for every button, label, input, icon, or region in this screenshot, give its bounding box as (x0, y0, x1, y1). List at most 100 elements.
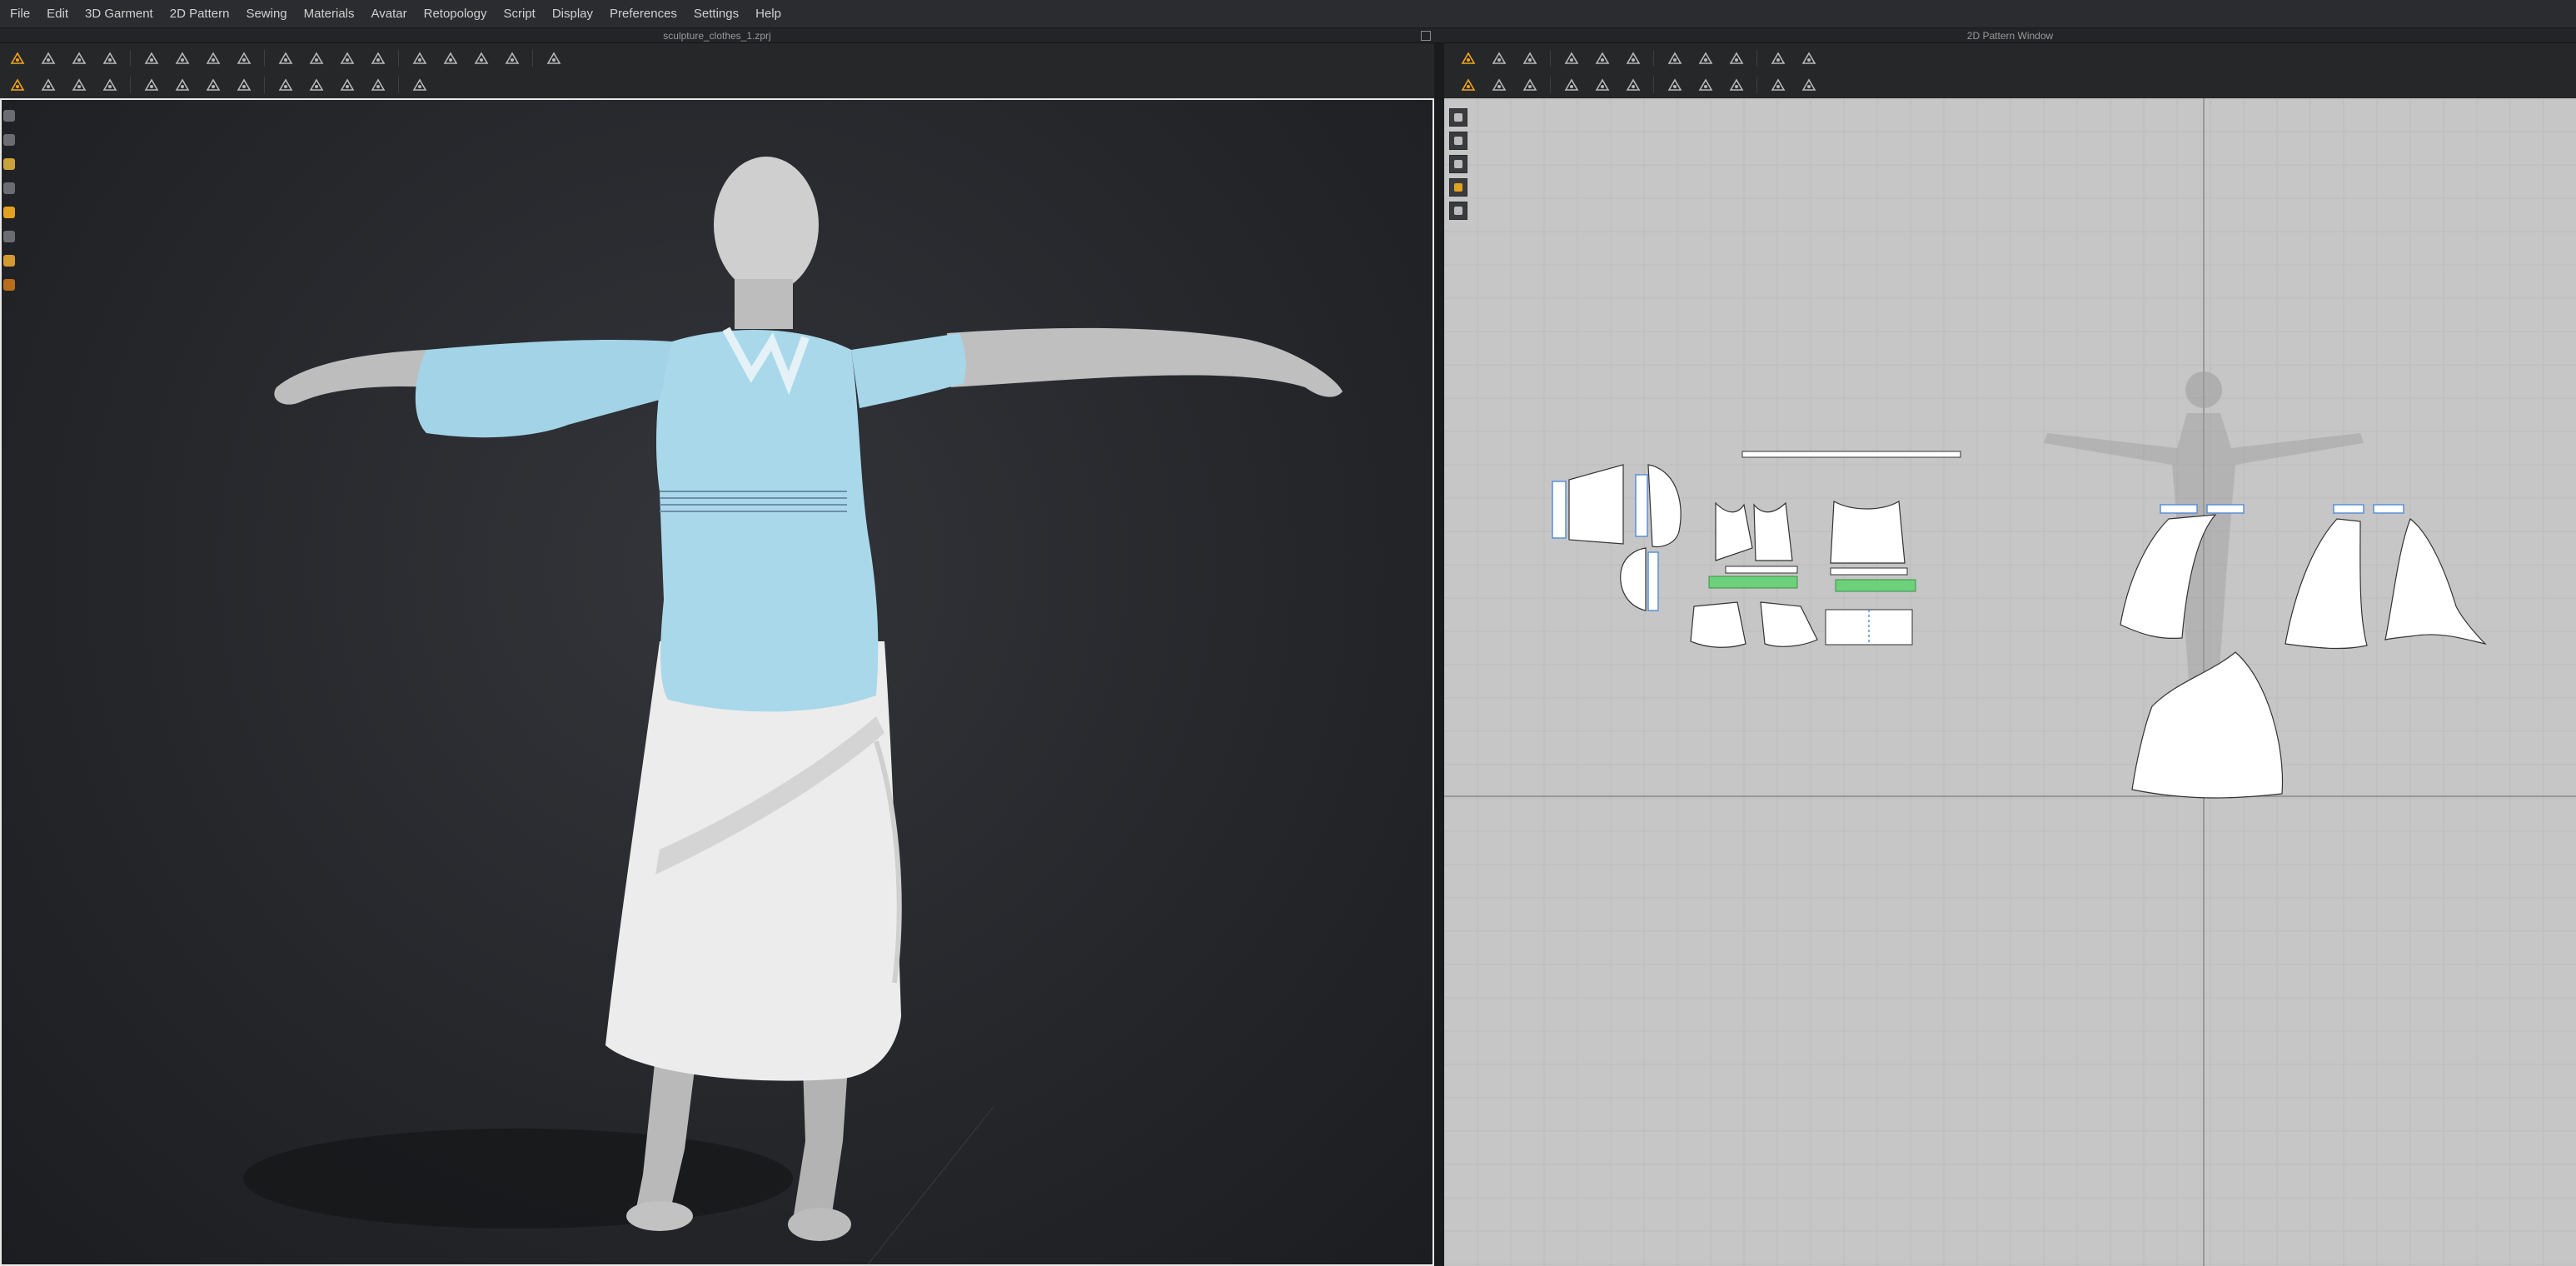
pattern-icon[interactable] (201, 74, 226, 96)
align-icon[interactable] (407, 74, 432, 96)
fold-arrange-icon[interactable] (273, 74, 298, 96)
display-pins-icon[interactable] (3, 182, 15, 194)
notch-icon[interactable] (1559, 74, 1584, 96)
edit-point-icon[interactable] (1487, 47, 1512, 69)
arrange-icon[interactable] (139, 47, 164, 69)
glue-icon[interactable] (1724, 74, 1749, 96)
menu-materials[interactable]: Materials (297, 0, 365, 28)
avatar-scene[interactable] (2, 100, 1432, 1264)
flat-icon[interactable] (366, 74, 391, 96)
pleat-2d-icon[interactable] (1621, 74, 1646, 96)
edit-icon[interactable] (5, 74, 30, 96)
display-texture-icon[interactable] (3, 207, 15, 218)
fold-2d-icon[interactable] (1590, 74, 1615, 96)
grid-2d-icon[interactable] (1796, 47, 1821, 69)
menu-display[interactable]: Display (546, 0, 603, 28)
edit-curve-icon[interactable] (1456, 74, 1481, 96)
toolbar-separator (1756, 77, 1757, 93)
display-avatar-icon[interactable] (3, 110, 15, 122)
transform-pattern-icon[interactable] (1456, 47, 1481, 69)
transform-icon[interactable] (36, 47, 61, 69)
rectangle-icon[interactable] (1559, 47, 1584, 69)
zipper-icon[interactable] (232, 47, 257, 69)
toolbar-separator (264, 50, 265, 67)
undock-icon[interactable] (1421, 31, 1431, 41)
segment-sewing-icon[interactable] (1724, 47, 1749, 69)
trace-2d-icon[interactable] (1590, 47, 1615, 69)
pattern-skirt-back-left (2131, 651, 2284, 799)
fitting-icon[interactable] (335, 47, 360, 69)
menu-3d-garment[interactable]: 3D Garment (78, 0, 163, 28)
pattern-fit-icon[interactable] (1449, 202, 1467, 220)
button-icon[interactable] (273, 47, 298, 69)
pattern-zoom-icon[interactable] (1449, 155, 1467, 173)
tack-icon[interactable] (201, 47, 226, 69)
trace-icon[interactable] (170, 74, 195, 96)
menu-script[interactable]: Script (497, 0, 546, 28)
toolbar-3d (0, 43, 1434, 98)
menu-preferences[interactable]: Preferences (603, 0, 687, 28)
strengthen-icon[interactable] (67, 74, 92, 96)
solidify-icon[interactable] (97, 74, 122, 96)
viewport-3d[interactable] (0, 98, 1434, 1266)
menu-help[interactable]: Help (749, 0, 791, 28)
grid-alt-icon[interactable] (541, 47, 566, 69)
dart-icon[interactable] (1517, 74, 1542, 96)
display-garment-icon[interactable] (3, 134, 15, 146)
pin-icon[interactable] (170, 47, 195, 69)
elastic-icon[interactable] (304, 74, 329, 96)
pattern-back-bodice (1830, 501, 1906, 564)
menu-2d-pattern[interactable]: 2D Pattern (163, 0, 240, 28)
measure-icon[interactable] (438, 47, 463, 69)
pattern-band-1 (1725, 566, 1798, 574)
fold-icon[interactable] (67, 47, 92, 69)
menu-retopology[interactable]: Retopology (417, 0, 497, 28)
free-sewing-icon[interactable] (1766, 47, 1791, 69)
pattern-cuff-bottom (1647, 551, 1659, 611)
pattern-front-bodice-left (1715, 501, 1753, 561)
pattern-window[interactable] (1444, 98, 2576, 1266)
avatar-silhouette-head (2185, 371, 2222, 408)
puckering-icon[interactable] (1662, 74, 1687, 96)
ruler-icon[interactable] (469, 47, 494, 69)
menu-file[interactable]: File (3, 0, 40, 28)
internal-shape-icon[interactable] (1621, 47, 1646, 69)
thread-icon[interactable] (139, 74, 164, 96)
display-sewing-icon[interactable] (3, 158, 15, 170)
point-icon[interactable] (97, 47, 122, 69)
pattern-select-icon[interactable] (1449, 108, 1467, 127)
pattern-canvas[interactable] (1444, 98, 2576, 1266)
avatar-right-foot (788, 1208, 851, 1241)
tuck-icon[interactable] (1693, 74, 1718, 96)
ruler-2d-icon[interactable] (1766, 74, 1791, 96)
menu-settings[interactable]: Settings (687, 0, 749, 28)
toolbar-separator (398, 77, 399, 93)
toolbar-separator (1756, 50, 1757, 67)
panel-splitter[interactable] (1434, 43, 1444, 1266)
measure-line-icon[interactable] (335, 74, 360, 96)
pleat-icon[interactable] (36, 74, 61, 96)
curve-point-icon[interactable] (1487, 74, 1512, 96)
polygon-icon[interactable] (1517, 47, 1542, 69)
display-skin-icon[interactable] (3, 255, 15, 267)
menu-edit[interactable]: Edit (40, 0, 78, 28)
seam-allowance-icon[interactable] (1662, 47, 1687, 69)
app-window: File Edit 3D Garment 2D Pattern Sewing Materi… (0, 0, 2576, 1266)
menu-sewing[interactable]: Sewing (239, 0, 296, 28)
grid-icon[interactable] (500, 47, 525, 69)
display-strain-icon[interactable] (3, 231, 15, 242)
pattern-peplum-left (1690, 601, 1746, 648)
toolbar-separator (1653, 77, 1654, 93)
display-fitting-icon[interactable] (3, 279, 15, 291)
tape-icon[interactable] (407, 47, 432, 69)
dashed-line-icon[interactable] (1796, 74, 1821, 96)
menu-avatar[interactable]: Avatar (365, 0, 417, 28)
pattern-mode-icon[interactable] (1449, 132, 1467, 150)
avatar-measure-icon[interactable] (366, 47, 391, 69)
circle-icon[interactable] (232, 74, 257, 96)
select-move-icon[interactable] (5, 47, 30, 69)
pattern-hand-icon[interactable] (1449, 178, 1467, 197)
buttonhole-icon[interactable] (304, 47, 329, 69)
pattern-skirt-tab-3 (2333, 504, 2364, 514)
bar-icon[interactable] (1693, 47, 1718, 69)
